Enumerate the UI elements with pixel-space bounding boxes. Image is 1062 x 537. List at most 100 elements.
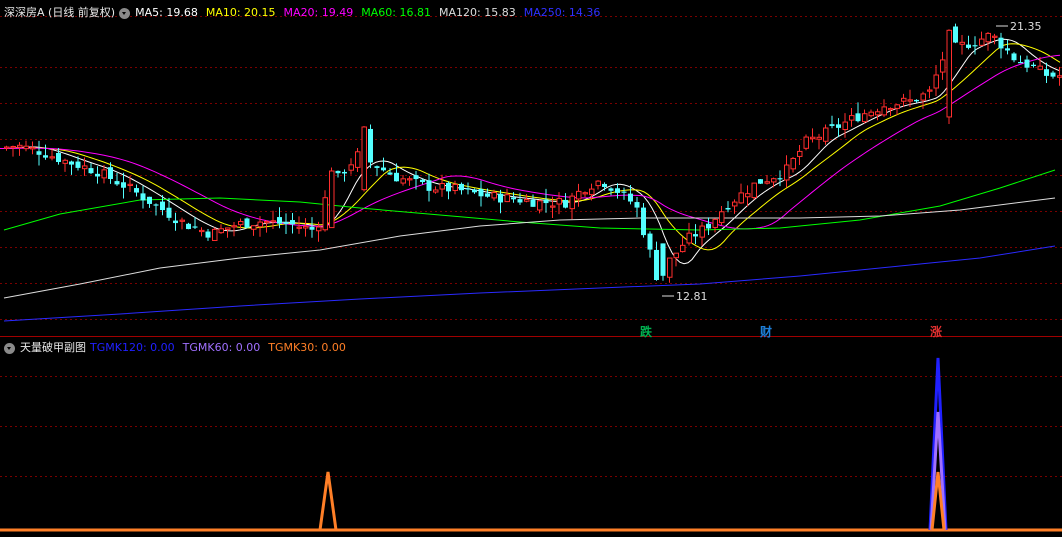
- candle-body-down: [1031, 64, 1036, 67]
- candle-body-down: [186, 223, 191, 230]
- candle-body-up: [296, 226, 302, 229]
- candle-body-down: [309, 226, 315, 230]
- candle-body-down: [426, 180, 432, 191]
- candle-body-down: [368, 128, 373, 163]
- ma5-line: [0, 38, 1061, 265]
- candle-body-down: [998, 37, 1004, 49]
- candle-body-down: [69, 161, 74, 165]
- candle-body-up: [582, 192, 588, 195]
- candle-body-up: [875, 111, 881, 116]
- candle-body-up: [49, 156, 55, 159]
- candle-body-down: [205, 231, 211, 238]
- candle-body-down: [290, 220, 295, 225]
- candle-body-up: [979, 38, 985, 46]
- candle-body-down: [192, 226, 198, 228]
- candle-body-up: [433, 189, 439, 193]
- candle-body-up: [732, 201, 738, 207]
- candle-body-down: [706, 223, 711, 229]
- candle-body-down: [478, 189, 484, 197]
- candle-body-down: [1050, 72, 1056, 77]
- candle-body-down: [140, 193, 146, 201]
- candle-body-up: [4, 146, 10, 149]
- candle-body-up: [1057, 75, 1062, 78]
- moving-average-lines: [0, 38, 1061, 322]
- candle-body-down: [36, 151, 42, 155]
- candle-body-up: [348, 164, 354, 171]
- low-price-label: 12.81: [676, 290, 708, 303]
- tgmk30-spike: [318, 471, 338, 531]
- candle-body-up: [985, 32, 991, 43]
- candle-body-up: [30, 147, 36, 150]
- candle-body-up: [946, 29, 952, 118]
- candle-body-down: [777, 178, 783, 180]
- candle-body-up: [790, 157, 796, 170]
- candle-body-up: [849, 115, 855, 121]
- candle-body-up: [576, 190, 582, 200]
- chart-canvas[interactable]: 21.35 12.81 跌 财 涨: [0, 0, 1062, 537]
- candle-body-down: [420, 179, 425, 183]
- candle-body-up: [355, 151, 361, 168]
- candle-body-down: [108, 167, 113, 180]
- candle-body-down: [283, 222, 289, 224]
- candle-body-up: [264, 221, 270, 224]
- candle-body-up: [667, 257, 673, 278]
- candle-body-up: [212, 228, 218, 241]
- candle-body-up: [452, 183, 458, 191]
- candle-body-down: [621, 191, 627, 193]
- event-marker[interactable]: 财: [759, 324, 772, 339]
- ma20-line: [0, 54, 1061, 230]
- candle-body-up: [823, 127, 829, 142]
- candle-body-up: [901, 97, 907, 102]
- candle-body-down: [147, 196, 152, 204]
- candle-body-down: [342, 171, 347, 174]
- candle-body-up: [569, 195, 575, 210]
- candle-body-down: [387, 172, 393, 175]
- event-marker[interactable]: 涨: [930, 324, 942, 339]
- candle-body-down: [114, 181, 120, 185]
- candle-body-down: [446, 182, 451, 192]
- candle-body-up: [959, 41, 965, 45]
- ma5-value: MA5: 19.68: [135, 6, 198, 19]
- candle-body-up: [784, 164, 790, 181]
- event-marker[interactable]: 跌: [640, 324, 653, 339]
- candle-body-down: [394, 172, 399, 182]
- candle-body-down: [498, 193, 503, 203]
- candle-body-down: [43, 155, 48, 158]
- candle-body-down: [972, 45, 978, 47]
- candle-body-down: [472, 189, 477, 193]
- candle-body-up: [179, 219, 185, 222]
- candle-body-up: [439, 183, 445, 190]
- candle-body-up: [407, 178, 413, 181]
- candle-body-up: [595, 180, 601, 187]
- candle-body-down: [953, 26, 958, 43]
- grid-lines: [0, 16, 1062, 477]
- candle-body-up: [680, 244, 686, 253]
- main-chart-header: 深深房A (日线 前复权) MA5: 19.68 MA10: 20.15 MA2…: [4, 6, 608, 20]
- candle-body-down: [166, 207, 172, 218]
- candle-body-up: [17, 144, 23, 148]
- candle-body-up: [361, 126, 367, 191]
- candle-body-up: [270, 220, 276, 223]
- candle-body-up: [400, 178, 406, 184]
- candle-body-up: [556, 197, 562, 205]
- candle-body-down: [829, 124, 835, 126]
- tgmk60-value: TGMK60: 0.00: [182, 341, 261, 354]
- candle-body-down: [615, 188, 620, 193]
- candle-body-up: [82, 165, 88, 170]
- candle-body-up: [589, 188, 595, 196]
- stock-chart-window: 21.35 12.81 跌 财 涨 深深房A (日线 前复权) MA5: 19.68 …: [0, 0, 1062, 537]
- candle-body-down: [530, 199, 536, 207]
- dropdown-icon[interactable]: [119, 7, 131, 19]
- candle-body-up: [23, 145, 29, 150]
- candle-body-up: [992, 35, 998, 38]
- candle-body-down: [134, 188, 139, 193]
- candle-body-up: [101, 169, 107, 179]
- candle-body-down: [153, 204, 159, 206]
- candle-body-up: [881, 106, 887, 116]
- dropdown-icon[interactable]: [4, 342, 15, 354]
- candle-body-down: [654, 249, 659, 281]
- candle-body-down: [966, 44, 971, 48]
- candle-body-up: [231, 225, 237, 228]
- candle-body-down: [836, 124, 841, 128]
- candle-body-up: [888, 107, 894, 111]
